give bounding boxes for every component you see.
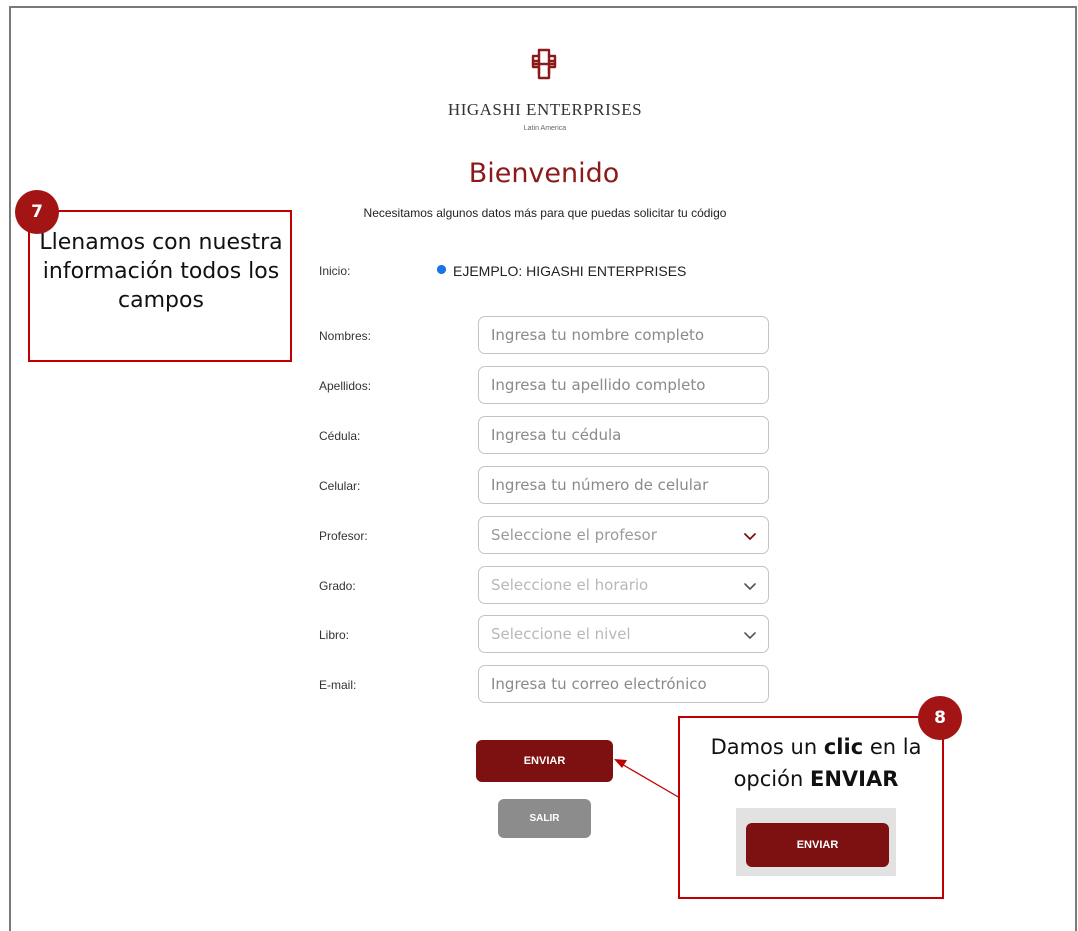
- nombres-input[interactable]: [478, 316, 769, 354]
- libro-select[interactable]: Seleccione el nivel: [478, 615, 769, 653]
- libro-label: Libro:: [319, 628, 350, 642]
- salir-button[interactable]: SALIR: [498, 799, 591, 838]
- email-label: E-mail:: [319, 678, 357, 692]
- callout-8-enviar-preview: ENVIAR: [746, 823, 889, 867]
- grado-label: Grado:: [319, 579, 356, 593]
- callout-step-7-text: Llenamos con nuestra información todos l…: [39, 230, 283, 313]
- grado-select[interactable]: Seleccione el horario: [478, 566, 769, 604]
- apellidos-label: Apellidos:: [319, 379, 372, 393]
- nombres-label: Nombres:: [319, 329, 372, 343]
- chevron-down-icon: [744, 533, 756, 540]
- profesor-select-value: Seleccione el profesor: [491, 526, 657, 544]
- inicio-label: Inicio:: [319, 264, 351, 278]
- step-8-badge: 8: [918, 696, 962, 740]
- celular-input[interactable]: [478, 466, 769, 504]
- profesor-label: Profesor:: [319, 529, 368, 543]
- brand-region: Latin America: [523, 125, 567, 132]
- callout-8-bold-enviar: ENVIAR: [809, 767, 899, 791]
- page-subtitle: Necesitamos algunos datos más para que p…: [363, 206, 727, 220]
- logo-icon: [531, 48, 557, 80]
- enviar-button[interactable]: ENVIAR: [476, 740, 613, 782]
- page-title: Bienvenido: [468, 158, 620, 189]
- celular-label: Celular:: [319, 479, 361, 493]
- callout-8-bold-clic: clic: [823, 735, 864, 759]
- chevron-down-icon: [744, 583, 756, 590]
- step-7-badge: 7: [15, 190, 59, 234]
- callout-step-8-text: Damos un clic en la opción ENVIAR: [700, 731, 932, 795]
- grado-select-value: Seleccione el horario: [491, 576, 649, 594]
- inicio-radio[interactable]: [437, 265, 446, 274]
- cedula-label: Cédula:: [319, 429, 361, 443]
- callout-8-prefix: Damos un: [710, 735, 818, 759]
- inicio-option-label[interactable]: EJEMPLO: HIGASHI ENTERPRISES: [453, 263, 686, 279]
- cedula-input[interactable]: [478, 416, 769, 454]
- chevron-down-icon: [744, 632, 756, 639]
- apellidos-input[interactable]: [478, 366, 769, 404]
- libro-select-value: Seleccione el nivel: [491, 625, 631, 643]
- brand-name: HIGASHI ENTERPRISES: [447, 100, 643, 119]
- email-input[interactable]: [478, 665, 769, 703]
- profesor-select[interactable]: Seleccione el profesor: [478, 516, 769, 554]
